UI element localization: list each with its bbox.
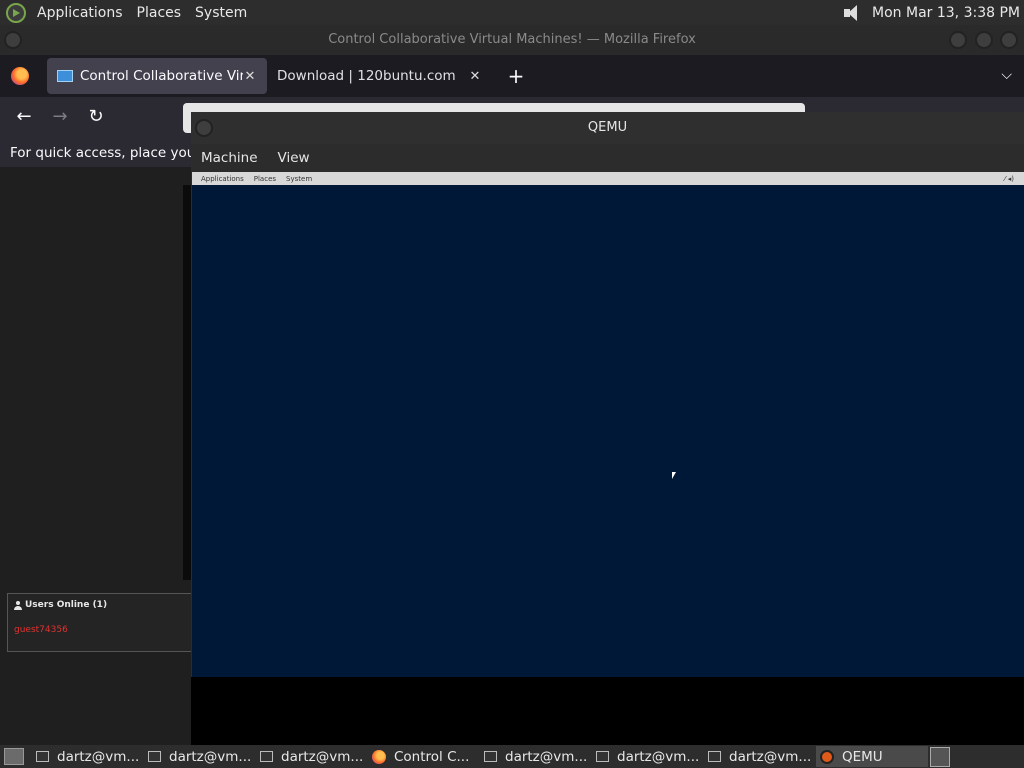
maximize-icon[interactable] — [975, 31, 993, 49]
taskbar-item-terminal[interactable]: dartz@vm... — [592, 746, 704, 767]
qemu-menubar: Machine View — [191, 144, 1024, 172]
firefox-icon[interactable] — [11, 67, 29, 85]
terminal-icon — [148, 751, 161, 762]
distro-logo-icon[interactable] — [6, 2, 26, 23]
taskbar-item-terminal[interactable]: dartz@vm... — [32, 746, 144, 767]
mouse-cursor-icon — [672, 472, 676, 479]
taskbar-item-terminal[interactable]: dartz@vm... — [256, 746, 368, 767]
terminal-icon — [36, 751, 49, 762]
menu-system[interactable]: System — [188, 5, 254, 21]
qemu-titlebar: QEMU — [191, 112, 1024, 144]
reload-icon[interactable]: ↻ — [84, 106, 108, 127]
desktop: Applications Places System Mon Mar 13, 3… — [0, 0, 1024, 768]
menu-machine[interactable]: Machine — [191, 150, 268, 166]
monitor-icon — [57, 70, 73, 82]
taskbar: dartz@vm... dartz@vm... dartz@vm... Cont… — [0, 745, 1024, 768]
menu-applications[interactable]: Applications — [30, 5, 130, 21]
guest-menu-applications[interactable]: Applications — [196, 175, 249, 183]
new-tab-icon[interactable]: + — [504, 64, 528, 88]
tab-control-collaborative[interactable]: Control Collaborative Virtual Machines! … — [47, 58, 267, 94]
menu-places[interactable]: Places — [130, 5, 189, 21]
tab-label: Download | 120buntu.com — [277, 68, 456, 84]
qemu-window-title: QEMU — [587, 120, 628, 135]
users-online-title: Users Online (1) — [14, 600, 107, 610]
user-icon — [14, 600, 22, 610]
clock[interactable]: Mon Mar 13, 3:38 PM — [872, 5, 1020, 21]
window-menu-icon[interactable] — [195, 119, 213, 137]
tab-download[interactable]: Download | 120buntu.com ✕ — [267, 58, 492, 94]
taskbar-item-terminal[interactable]: dartz@vm... — [144, 746, 256, 767]
volume-icon[interactable] — [842, 2, 864, 24]
firefox-titlebar: Control Collaborative Virtual Machines! … — [0, 25, 1024, 55]
guest-volume-icon[interactable]: ⁄ ◂) — [999, 175, 1024, 183]
forward-icon[interactable]: → — [48, 106, 72, 127]
back-icon[interactable]: ← — [12, 106, 36, 127]
guest-top-panel: Applications Places System ⁄ ◂) — [192, 172, 1024, 185]
terminal-icon — [260, 751, 273, 762]
qemu-icon — [820, 749, 834, 764]
taskbar-item-terminal[interactable]: dartz@vm... — [480, 746, 592, 767]
close-window-icon[interactable] — [1000, 31, 1018, 49]
close-tab-icon[interactable]: ✕ — [468, 69, 482, 84]
guest-display[interactable]: Applications Places System ⁄ ◂) — [192, 172, 1024, 677]
close-tab-icon[interactable]: ✕ — [243, 69, 257, 84]
taskbar-item-firefox[interactable]: Control C... — [368, 746, 480, 767]
top-panel: Applications Places System Mon Mar 13, 3… — [0, 0, 1024, 25]
minimize-icon[interactable] — [949, 31, 967, 49]
guest-menu-system[interactable]: System — [281, 175, 317, 183]
workspace-switcher[interactable] — [930, 746, 950, 767]
qemu-window: QEMU Machine View Applications Places Sy… — [191, 112, 1024, 745]
chevron-down-icon[interactable]: ⌵ — [1001, 67, 1012, 83]
user-list-item[interactable]: guest74356 — [14, 625, 68, 635]
window-menu-icon[interactable] — [4, 31, 22, 49]
menu-view[interactable]: View — [268, 150, 320, 166]
firefox-window-title: Control Collaborative Virtual Machines! … — [328, 32, 696, 47]
guest-display-bottom — [191, 677, 1024, 745]
taskbar-item-terminal[interactable]: dartz@vm... — [704, 746, 816, 767]
tab-bar: Control Collaborative Virtual Machines! … — [0, 55, 1024, 97]
terminal-icon — [484, 751, 497, 762]
terminal-icon — [708, 751, 721, 762]
taskbar-item-qemu[interactable]: QEMU — [816, 746, 928, 767]
firefox-icon — [372, 749, 386, 764]
users-online-panel: Users Online (1) guest74356 — [7, 593, 192, 652]
terminal-icon — [596, 751, 609, 762]
tab-label: Control Collaborative Virtual Machines! — [80, 68, 243, 84]
guest-menu-places[interactable]: Places — [249, 175, 281, 183]
show-desktop-icon[interactable] — [4, 748, 24, 765]
